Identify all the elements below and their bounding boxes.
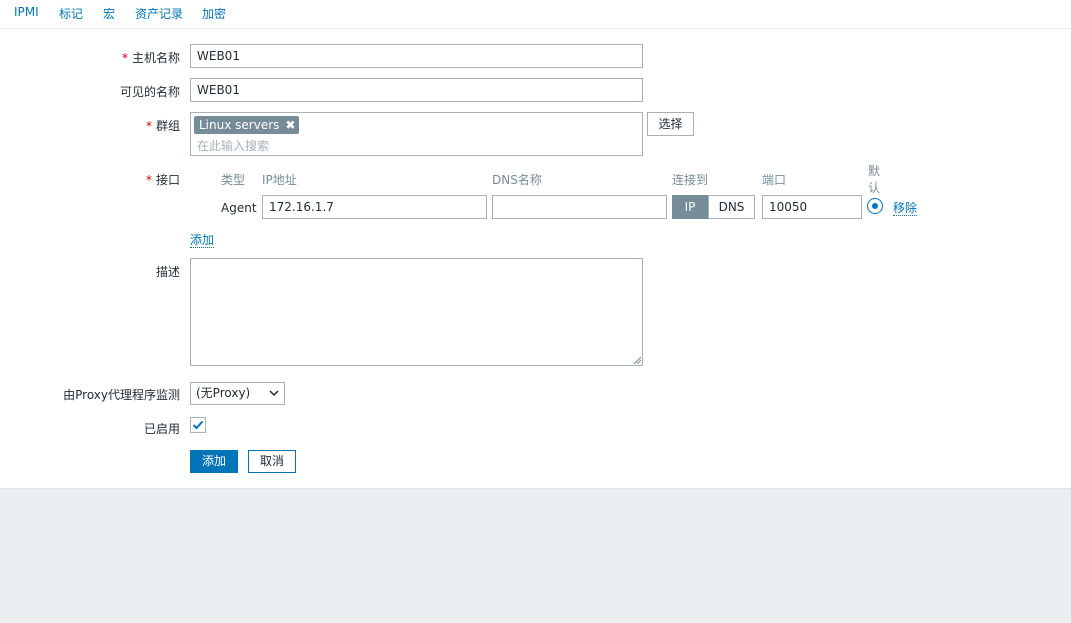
column-default-line2: 认	[868, 181, 881, 195]
interface-ip-input[interactable]	[262, 195, 487, 219]
description-label: 描述	[155, 265, 180, 279]
group-search-input[interactable]: 在此输入搜索	[197, 137, 269, 154]
add-button[interactable]: 添加	[190, 450, 238, 473]
tab-ipmi[interactable]: IPMI	[14, 5, 39, 19]
default-interface-radio[interactable]	[867, 198, 883, 214]
tab-bar: IPMI 标记 宏 资产记录 加密	[0, 0, 1071, 29]
column-dns: DNS名称	[492, 173, 542, 187]
cancel-button[interactable]: 取消	[248, 450, 296, 473]
remove-chip-icon[interactable]: ✖	[285, 116, 295, 134]
groups-label: * 群组	[145, 119, 180, 133]
host-name-input[interactable]	[190, 44, 643, 68]
enabled-checkbox[interactable]	[190, 417, 206, 433]
column-default-line1: 默	[868, 164, 881, 178]
host-name-label: * 主机名称	[121, 51, 180, 65]
enabled-label: 已启用	[143, 422, 180, 436]
column-connect: 连接到	[672, 173, 709, 187]
checkmark-icon	[192, 420, 204, 430]
proxy-label: 由Proxy代理程序监测	[63, 388, 180, 402]
group-chip: Linux servers ✖	[194, 116, 300, 134]
group-chip-label: Linux servers	[199, 118, 280, 132]
required-marker: *	[145, 173, 152, 187]
column-type: 类型	[221, 173, 246, 187]
column-port: 端口	[762, 173, 787, 187]
interface-dns-input[interactable]	[492, 195, 667, 219]
tab-encryption[interactable]: 加密	[202, 5, 226, 22]
tab-tags[interactable]: 标记	[59, 5, 83, 22]
host-form-panel: IPMI 标记 宏 资产记录 加密 *主机名称 可见的名称 *群组 Linux …	[0, 0, 1071, 489]
groups-multiselect[interactable]: Linux servers ✖ 在此输入搜索	[190, 112, 643, 156]
radio-dot-icon	[872, 203, 878, 209]
chevron-down-icon	[269, 390, 279, 397]
select-groups-button[interactable]: 选择	[647, 112, 694, 136]
interface-type: Agent	[221, 201, 257, 215]
remove-interface-link[interactable]: 移除	[893, 201, 918, 216]
connect-dns-button[interactable]: DNS	[708, 195, 755, 219]
add-interface-link[interactable]: 添加	[190, 233, 215, 248]
column-ip: IP地址	[262, 173, 297, 187]
tab-inventory[interactable]: 资产记录	[135, 5, 183, 22]
interface-port-input[interactable]	[762, 195, 862, 219]
required-marker: *	[121, 51, 128, 65]
description-textarea[interactable]	[190, 258, 643, 366]
required-marker: *	[145, 119, 152, 133]
resize-grip-icon[interactable]	[633, 356, 641, 364]
proxy-selected-value: (无Proxy)	[196, 386, 251, 400]
tab-macros[interactable]: 宏	[103, 5, 115, 22]
proxy-select[interactable]: (无Proxy)	[190, 382, 285, 405]
visible-name-input[interactable]	[190, 78, 643, 102]
interfaces-label: * 接口	[145, 173, 180, 187]
visible-name-label: 可见的名称	[119, 85, 180, 99]
connect-ip-button[interactable]: IP	[672, 195, 708, 219]
